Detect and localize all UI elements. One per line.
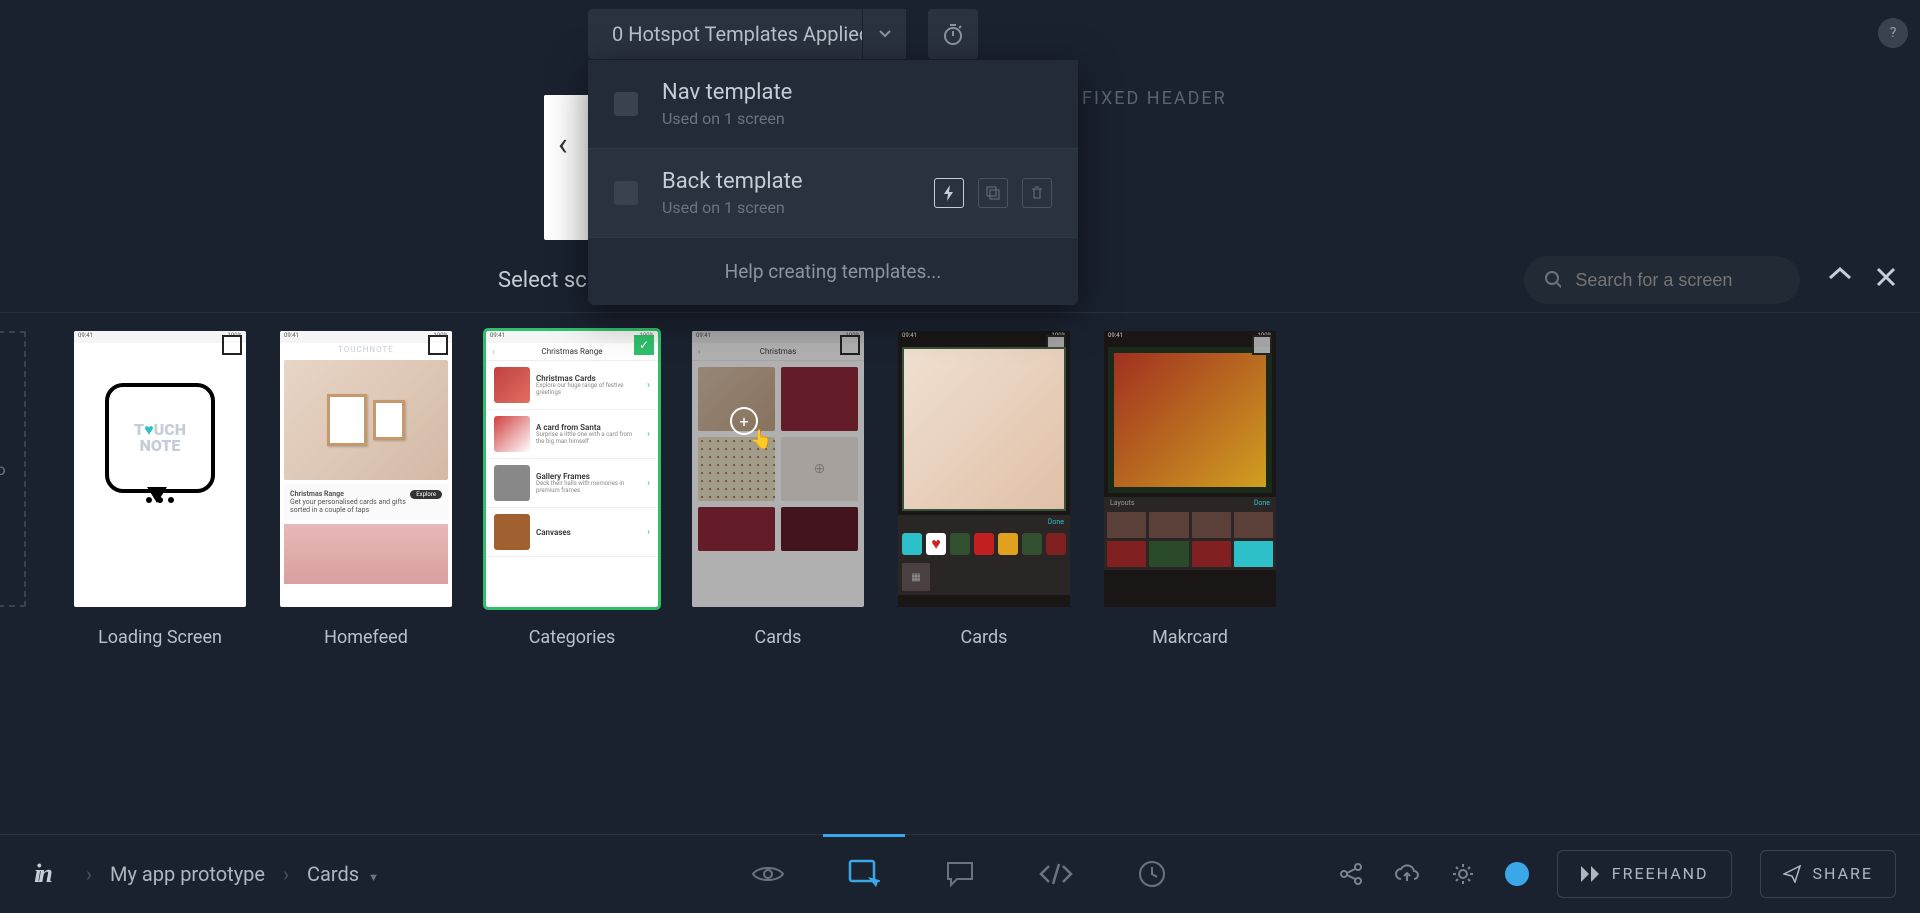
screen-card-loading[interactable]: 09:41100% T♥UCH NOTE Loading Screen (74, 331, 246, 676)
build-mode-button[interactable] (843, 835, 885, 913)
clock-icon (1138, 860, 1166, 888)
albums-icon: ▦ (902, 563, 930, 591)
caret-down-icon: ▼ (368, 871, 379, 884)
bottom-toolbar: in › My app prototype › Cards ▼ (0, 834, 1920, 912)
history-mode-button[interactable] (1131, 835, 1173, 913)
template-subtitle: Used on 1 screen (662, 198, 934, 217)
presence-indicator[interactable] (1505, 862, 1529, 886)
screen-thumbnail[interactable]: 09:41100% LayoutsDone (1104, 331, 1276, 607)
freehand-button[interactable]: FREEHAND (1557, 850, 1732, 898)
collapse-panel-button[interactable] (1828, 266, 1856, 294)
screen-card-categories[interactable]: ✓ 09:41100% ‹Christmas Range Christmas C… (486, 331, 658, 676)
screen-thumbnail[interactable]: 09:41100% TOUCHNOTE Explore Christmas Ra… (280, 331, 452, 607)
template-item-nav[interactable]: Nav template Used on 1 screen (588, 60, 1078, 149)
screen-label: Makrcard (1152, 627, 1228, 648)
chevron-right-icon: › (86, 862, 92, 886)
help-button[interactable]: ? (1878, 18, 1908, 48)
search-screen-field[interactable] (1524, 256, 1800, 304)
template-apply-button[interactable] (934, 178, 964, 208)
trash-icon (1030, 185, 1044, 201)
hotspot-templates-label: 0 Hotspot Templates Applied (612, 22, 870, 46)
template-title: Nav template (662, 80, 1052, 105)
template-subtitle: Used on 1 screen (662, 109, 1052, 128)
screen-card-makrcard[interactable]: 09:41100% LayoutsDone Makrcard (1104, 331, 1276, 676)
screen-label: Categories (529, 627, 616, 648)
screen-card-cards-1[interactable]: 09:41100% ‹Christmas ⊕ + 👆 Cards (692, 331, 864, 676)
stopwatch-icon (941, 22, 965, 46)
cursor-icon: 👆 (750, 429, 772, 450)
inspect-mode-button[interactable] (1035, 835, 1077, 913)
close-panel-button[interactable] (1876, 267, 1902, 293)
select-corner[interactable] (1252, 335, 1272, 355)
search-icon (1544, 270, 1561, 290)
touchnote-logo: T♥UCH NOTE (105, 383, 215, 493)
template-delete-button[interactable] (1022, 178, 1052, 208)
send-icon (1783, 865, 1801, 883)
screen-label: Loading Screen (98, 627, 222, 648)
share-button[interactable]: SHARE (1760, 850, 1896, 898)
select-corner[interactable] (222, 335, 242, 355)
template-checkbox[interactable] (614, 92, 638, 116)
breadcrumb: › My app prototype › Cards ▼ (86, 862, 379, 886)
template-dropdown-panel: Nav template Used on 1 screen Back templ… (588, 60, 1078, 305)
template-checkbox[interactable] (614, 181, 638, 205)
screens-strip: o 09:41100% T♥UCH NOTE Loading Screen 09… (0, 312, 1920, 676)
caret-down-icon (879, 30, 891, 38)
timer-button[interactable] (928, 9, 978, 59)
breadcrumb-project[interactable]: My app prototype (110, 862, 265, 886)
close-icon (1876, 267, 1896, 287)
screen-thumbnail[interactable]: 09:41100% Done ♥ ▦ (898, 331, 1070, 607)
select-corner[interactable] (428, 335, 448, 355)
fixed-header-label: FIXED HEADER (1082, 88, 1227, 109)
search-input[interactable] (1575, 270, 1780, 291)
invision-logo[interactable]: in (24, 856, 60, 892)
settings-button[interactable] (1449, 860, 1477, 888)
gear-icon (1451, 862, 1475, 886)
chevron-right-icon: › (283, 862, 289, 886)
bolt-icon (942, 185, 956, 201)
eye-icon (751, 863, 785, 885)
hotspot-icon (848, 859, 880, 889)
screen-card-homefeed[interactable]: 09:41100% TOUCHNOTE Explore Christmas Ra… (280, 331, 452, 676)
comment-mode-button[interactable] (939, 835, 981, 913)
help-creating-templates-link[interactable]: Help creating templates... (588, 238, 1078, 305)
cloud-upload-icon (1394, 863, 1420, 885)
help-icon: ? (1890, 25, 1897, 41)
hotspot-dropdown-caret[interactable] (862, 9, 906, 59)
share-link-button[interactable] (1337, 860, 1365, 888)
copy-icon (985, 185, 1001, 201)
template-item-back[interactable]: Back template Used on 1 screen (588, 149, 1078, 238)
code-icon (1039, 862, 1073, 886)
fast-forward-icon (1580, 865, 1600, 883)
screen-card-cards-2[interactable]: 09:41100% Done ♥ ▦ Cards (898, 331, 1070, 676)
screen-thumbnail[interactable]: 09:41100% T♥UCH NOTE (74, 331, 246, 607)
upload-button[interactable] (1393, 860, 1421, 888)
template-duplicate-button[interactable] (978, 178, 1008, 208)
preview-mode-button[interactable] (747, 835, 789, 913)
screen-label: Cards (755, 627, 802, 648)
screen-label: Homefeed (324, 627, 408, 648)
template-title: Back template (662, 169, 934, 194)
breadcrumb-screen[interactable]: Cards ▼ (307, 862, 379, 886)
share-nodes-icon (1339, 862, 1363, 886)
chevron-up-icon (1828, 266, 1852, 282)
screen-label: Cards (961, 627, 1008, 648)
hotspot-templates-dropdown[interactable]: 0 Hotspot Templates Applied (588, 9, 906, 59)
comment-icon (945, 860, 975, 888)
screen-thumbnail[interactable]: ✓ 09:41100% ‹Christmas Range Christmas C… (486, 331, 658, 607)
screen-thumbnail[interactable]: 09:41100% ‹Christmas ⊕ + 👆 (692, 331, 864, 607)
